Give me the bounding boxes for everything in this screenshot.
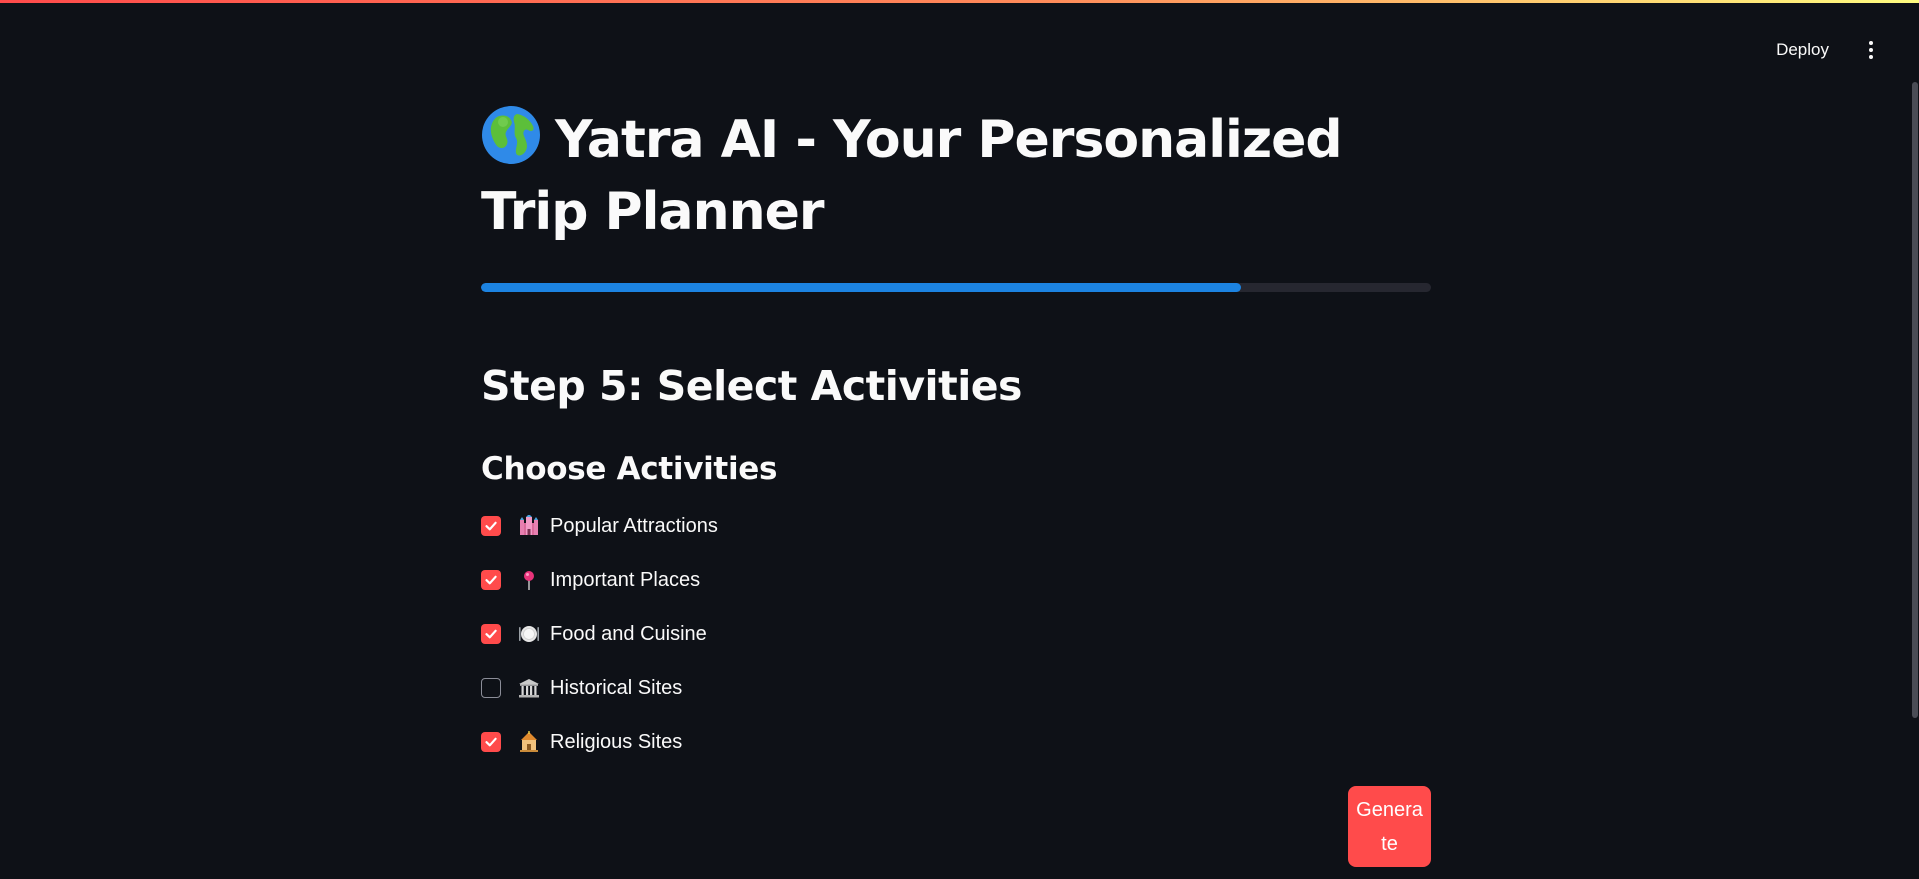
activity-checkbox-popular-attractions[interactable]: Popular Attractions: [481, 512, 718, 540]
scrollbar-thumb[interactable]: [1912, 82, 1918, 718]
deploy-button[interactable]: Deploy: [1766, 36, 1839, 64]
activity-label: Historical Sites: [550, 676, 683, 699]
activity-label: Important Places: [550, 568, 701, 591]
check-icon: [485, 575, 497, 585]
checkbox[interactable]: [481, 678, 501, 698]
activities-heading: Choose Activities: [481, 451, 778, 487]
page-title: Yatra AI - Your Personalized Trip Planne…: [481, 104, 1431, 248]
check-icon: [485, 521, 497, 531]
pin-icon: [524, 571, 534, 590]
checkbox[interactable]: [481, 624, 501, 644]
progress-bar-fill: [481, 283, 1241, 292]
activity-label: Religious Sites: [550, 730, 683, 753]
kebab-menu-icon[interactable]: [1861, 36, 1881, 64]
checkbox[interactable]: [481, 516, 501, 536]
activity-checkbox-food-and-cuisine[interactable]: Food and Cuisine: [481, 620, 707, 648]
app-toolbar: Deploy: [1766, 36, 1881, 64]
top-decoration-bar: [0, 0, 1919, 3]
classical-building-icon: [519, 679, 539, 698]
checkbox[interactable]: [481, 732, 501, 752]
activity-checkbox-historical-sites[interactable]: Historical Sites: [481, 674, 682, 702]
page-title-text: Yatra AI - Your Personalized Trip Planne…: [481, 110, 1343, 242]
check-icon: [485, 629, 497, 639]
plate-icon: [519, 626, 539, 642]
progress-bar: [481, 283, 1431, 292]
generate-button[interactable]: Generate: [1348, 786, 1431, 867]
temple-icon: [520, 731, 538, 752]
activity-checkbox-religious-sites[interactable]: Religious Sites: [481, 728, 682, 756]
checkbox[interactable]: [481, 570, 501, 590]
activity-label: Food and Cuisine: [550, 622, 707, 645]
step-heading: Step 5: Select Activities: [481, 362, 1022, 410]
activity-checkbox-important-places[interactable]: Important Places: [481, 566, 700, 594]
check-icon: [485, 737, 497, 747]
castle-icon: [520, 515, 538, 535]
activity-label: Popular Attractions: [550, 514, 718, 537]
globe-icon: [482, 106, 540, 164]
